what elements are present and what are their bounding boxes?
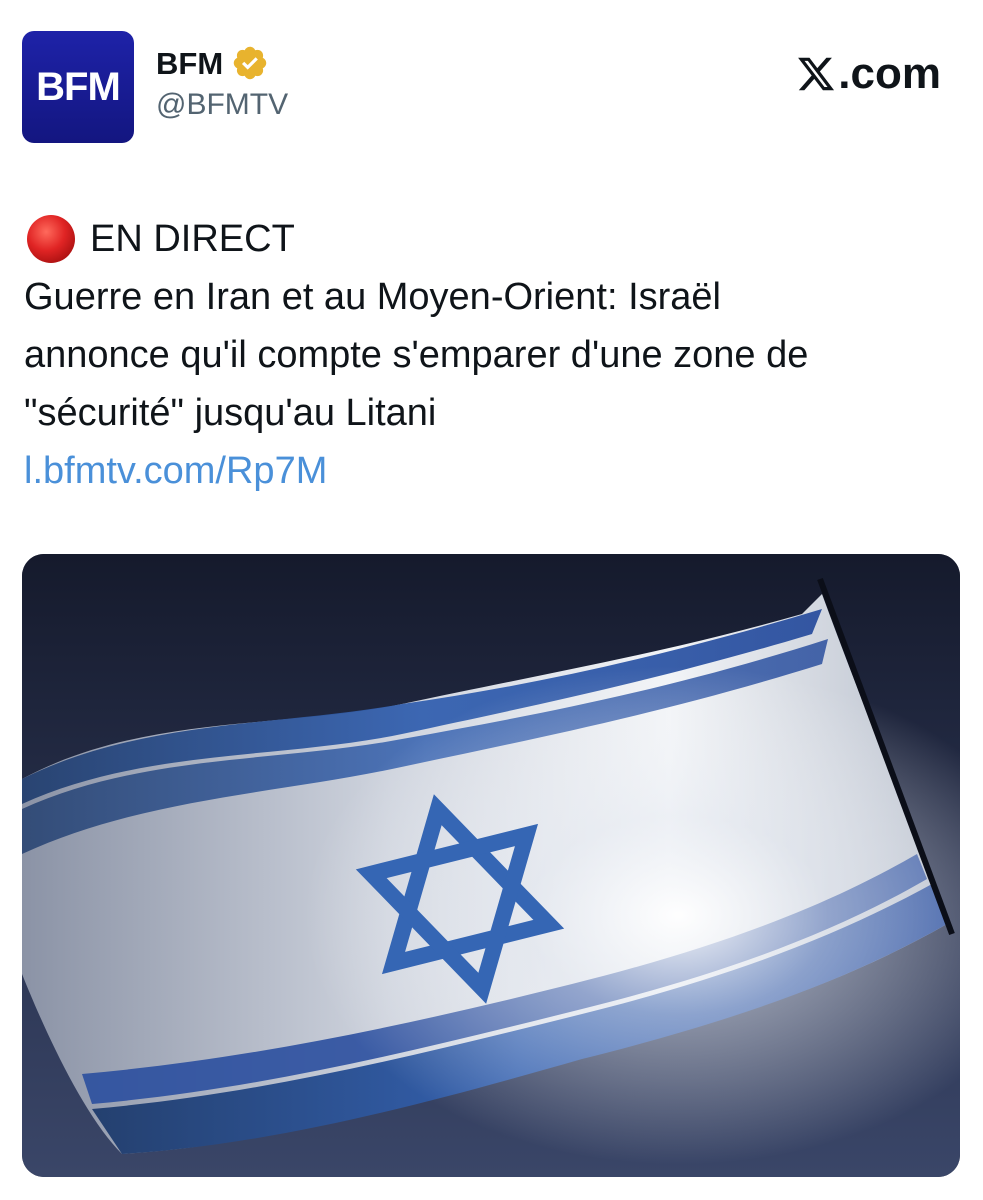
red-circle-icon [27,215,75,263]
brand-domain-label: .com [838,49,941,98]
x-com-brand: .com [796,52,941,96]
tweet-text: EN DIRECT Guerre en Iran et au Moyen-Ori… [24,210,954,500]
tweet-text-line-3: "sécurité" jusqu'au Litani [24,392,437,434]
x-logo-icon [798,57,835,91]
avatar-logo-text: BFM [36,64,121,109]
tweet-link[interactable]: l.bfmtv.com/Rp7M [24,450,327,492]
tweet-media-image[interactable] [22,554,960,1177]
author-display-name[interactable]: BFM [156,48,223,79]
tweet-header: BFM BFM @BFMTV .com [0,0,983,170]
author-handle[interactable]: @BFMTV [156,90,288,120]
tweet-text-line-1: Guerre en Iran et au Moyen-Orient: Israë… [24,276,721,318]
live-label: EN DIRECT [90,218,295,260]
israeli-flag-photo [22,554,960,1177]
verified-badge-icon [233,46,267,80]
avatar[interactable]: BFM [22,31,134,143]
author-name-row: BFM [156,44,269,82]
live-indicator-row: EN DIRECT [24,210,954,268]
tweet-text-line-2: annonce qu'il compte s'emparer d'une zon… [24,334,809,376]
